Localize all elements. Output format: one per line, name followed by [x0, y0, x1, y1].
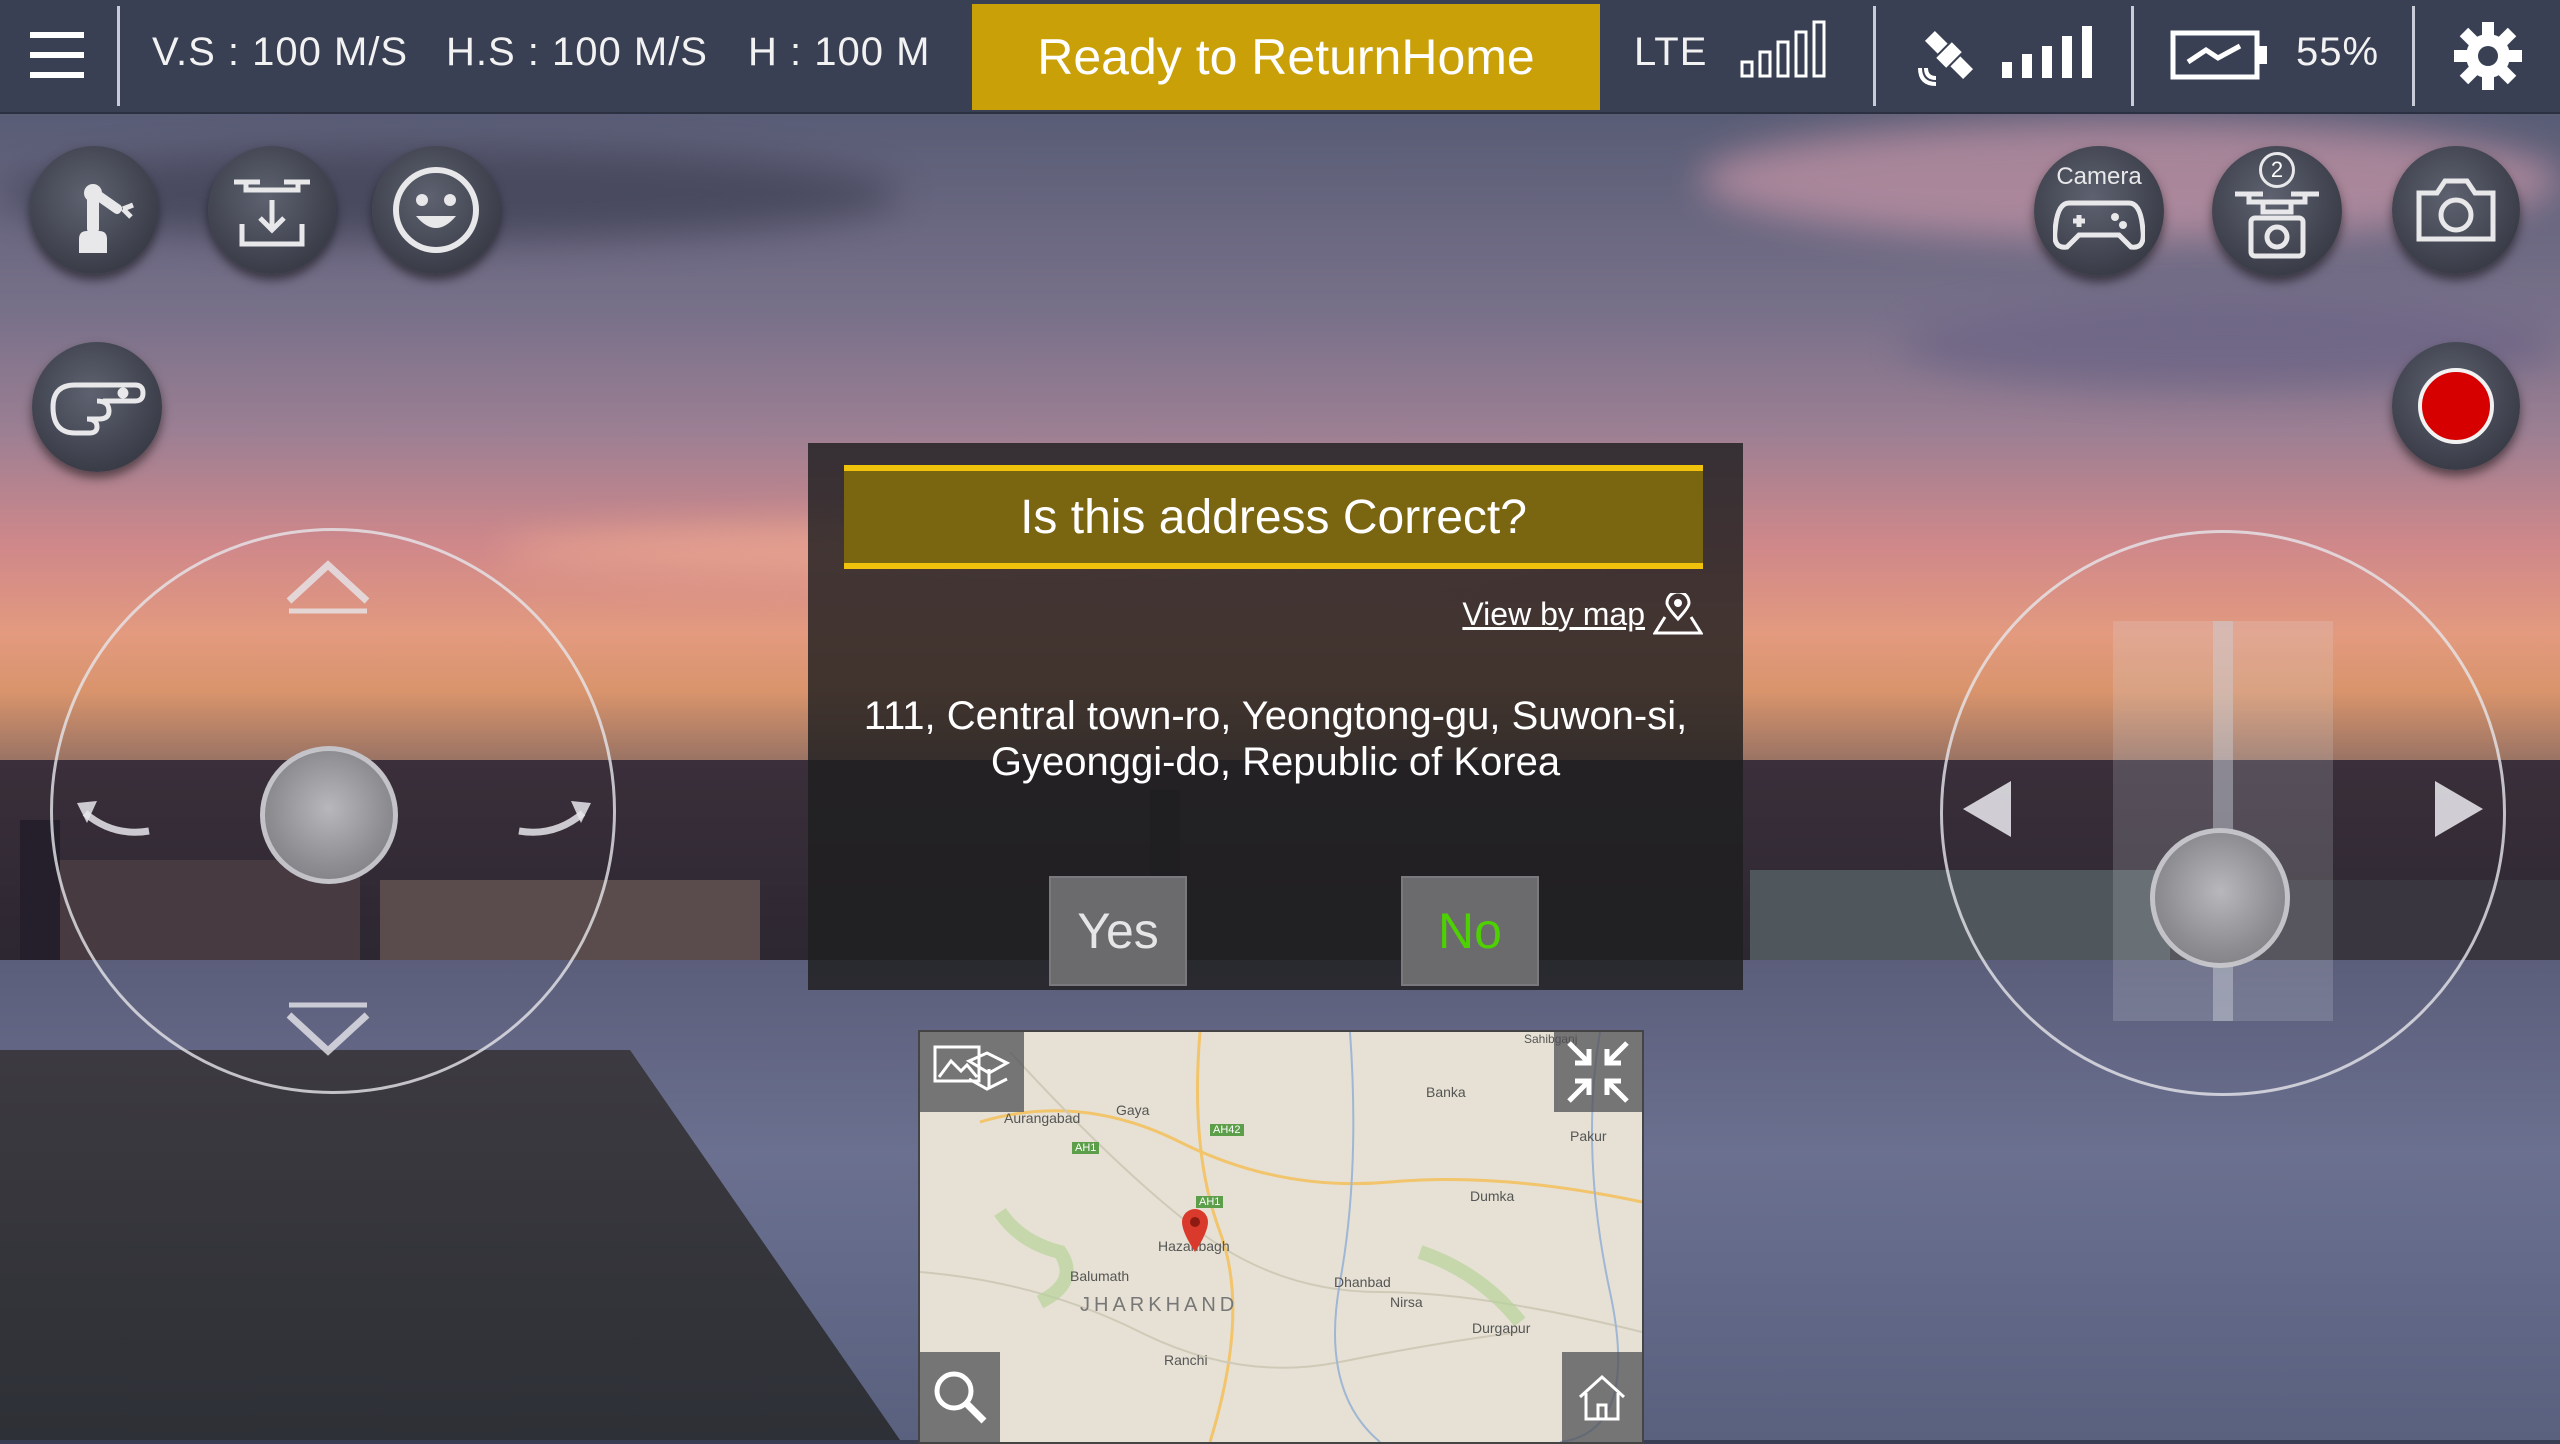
divider: [2131, 6, 2134, 106]
map-roads: [920, 1032, 1642, 1442]
horizontal-speed: H.S : 100 M/S: [446, 30, 708, 74]
map-label: AH1: [1196, 1196, 1224, 1208]
height-readout: H : 100 M: [748, 30, 931, 74]
ascend-arrow-icon: [286, 560, 370, 614]
robot-arm-button[interactable]: [30, 146, 158, 274]
divider: [1873, 6, 1876, 106]
gamepad-icon: [2053, 200, 2145, 250]
address-line-1: 111, Central town-ro, Yeongtong-gu, Suwo…: [863, 694, 1688, 738]
map-region-label: JHARKHAND: [1080, 1294, 1239, 1316]
view-by-map-label: View by map: [1462, 595, 1645, 632]
divider: [117, 6, 120, 106]
camera-icon: [2416, 178, 2496, 242]
camera-button-label: Camera: [2056, 163, 2142, 190]
location-pin-icon: [1182, 1209, 1208, 1252]
move-left-arrow-icon: [1963, 781, 2011, 837]
map-home-button[interactable]: [1562, 1352, 1642, 1442]
gear-icon[interactable]: [2452, 20, 2524, 92]
address-confirm-dialog: Is this address Correct? View by map 111…: [808, 443, 1743, 990]
map-label: Dumka: [1470, 1188, 1515, 1204]
lte-signal-icon: [1740, 20, 1826, 78]
battery-percentage: 55%: [2296, 30, 2380, 74]
hamburger-menu-icon[interactable]: [30, 32, 84, 78]
left-joystick[interactable]: [50, 528, 616, 1094]
home-icon: [1578, 1374, 1626, 1421]
satellite-icon: [1918, 30, 1974, 86]
gesture-button[interactable]: [32, 342, 162, 472]
top-status-bar: V.S : 100 M/S H.S : 100 M/S H : 100 M Re…: [0, 0, 2560, 114]
smiley-face-icon: [393, 167, 479, 253]
take-photo-button[interactable]: [2392, 146, 2520, 274]
search-icon: [934, 1371, 987, 1424]
map-label: Ranchi: [1164, 1352, 1208, 1368]
drone-camera-button[interactable]: 2: [2212, 146, 2342, 276]
network-type: LTE: [1634, 30, 1708, 74]
robot-arm-icon: [79, 184, 134, 253]
drone-land-button[interactable]: [208, 146, 336, 274]
map-collapse-button[interactable]: [1554, 1032, 1642, 1112]
map-layers-icon: [933, 1045, 1011, 1091]
map-label: Banka: [1426, 1084, 1466, 1100]
record-video-button[interactable]: [2392, 342, 2520, 470]
map-label: AH42: [1210, 1124, 1244, 1136]
vertical-speed: V.S : 100 M/S: [152, 30, 409, 74]
address-text: 111, Central town-ro, Yeongtong-gu, Suwo…: [828, 693, 1723, 785]
map-label: AH1: [1072, 1142, 1100, 1154]
rotate-left-arrow-icon: [77, 801, 150, 836]
drone-camera-icon: [2235, 191, 2319, 259]
move-right-arrow-icon: [2435, 781, 2483, 837]
record-icon: [2418, 368, 2494, 444]
drone-land-icon: [234, 179, 310, 247]
map-label: Pakur: [1570, 1128, 1607, 1144]
battery-icon: [2170, 30, 2267, 80]
hand-gesture-icon: [50, 382, 146, 436]
descend-arrow-icon: [286, 1002, 370, 1056]
camera-gamepad-button[interactable]: Camera: [2034, 146, 2164, 276]
face-tracking-button[interactable]: [372, 146, 500, 274]
drone-camera-badge-number: 2: [2270, 157, 2284, 182]
right-joystick[interactable]: [1940, 530, 2506, 1096]
map-label: Nirsa: [1390, 1294, 1423, 1310]
rotate-right-arrow-icon: [518, 801, 591, 836]
return-home-status-banner: Ready to ReturnHome: [972, 4, 1600, 110]
drone-camera-badge: 2: [2259, 152, 2295, 188]
map-pin-icon: [1653, 593, 1703, 635]
view-by-map-link[interactable]: View by map: [1462, 593, 1703, 635]
no-button[interactable]: No: [1401, 876, 1539, 986]
mini-map[interactable]: Aurangabad Gaya AH42 AH1 Banka Pakur AH1…: [918, 1030, 1644, 1444]
map-layer-button[interactable]: [920, 1032, 1024, 1112]
map-label: Dhanbad: [1334, 1274, 1391, 1290]
map-label: Gaya: [1116, 1102, 1150, 1118]
yes-button[interactable]: Yes: [1049, 876, 1187, 986]
divider: [2412, 6, 2415, 106]
address-line-2: Gyeonggi-do, Republic of Korea: [990, 740, 1561, 784]
collapse-arrows-icon: [1567, 1041, 1629, 1103]
map-label: Durgapur: [1472, 1320, 1531, 1336]
gps-signal-icon: [2002, 26, 2092, 78]
map-search-button[interactable]: [920, 1352, 1000, 1442]
dialog-title: Is this address Correct?: [844, 465, 1703, 569]
left-joystick-knob[interactable]: [260, 746, 398, 884]
map-label: Aurangabad: [1004, 1110, 1081, 1126]
right-joystick-knob[interactable]: [2150, 828, 2290, 968]
map-label: Balumath: [1070, 1268, 1130, 1284]
